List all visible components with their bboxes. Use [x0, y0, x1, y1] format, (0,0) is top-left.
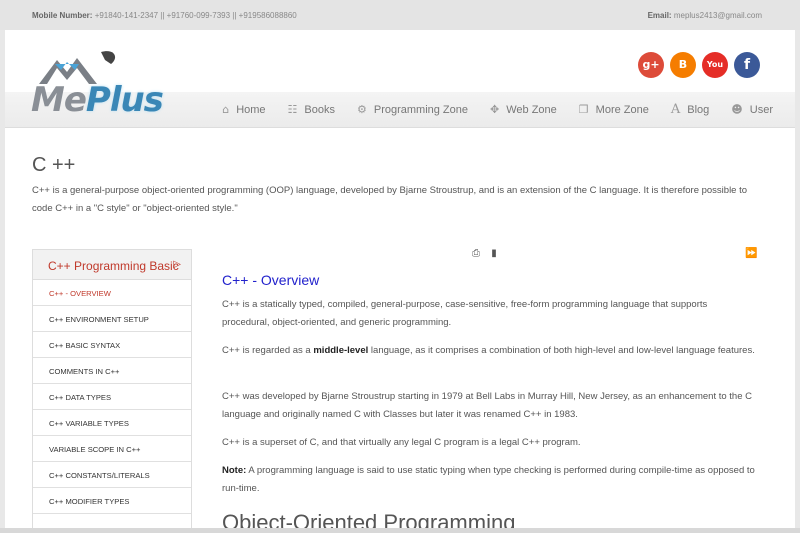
facebook-icon[interactable]: f — [734, 52, 760, 78]
nav-web-zone[interactable]: ✥ Web Zone — [490, 102, 557, 117]
print-icon[interactable]: ⎙ — [472, 248, 480, 259]
sidebar-item-constants-literals[interactable]: C++ CONSTANTS/LITERALS — [33, 462, 191, 488]
nav-more-zone[interactable]: ❐ More Zone — [579, 102, 649, 117]
sidebar-heading[interactable]: C++ Programming Basic ▷ — [33, 250, 191, 280]
page-intro: C++ is a general-purpose object-oriented… — [32, 185, 748, 214]
content-heading: C++ - Overview — [222, 272, 320, 288]
blogger-icon[interactable]: B — [670, 52, 696, 78]
move-icon: ✥ — [490, 103, 500, 116]
paragraph-3: C++ was developed by Bjarne Stroustrup s… — [222, 391, 752, 420]
font-icon: A — [670, 102, 681, 117]
bottom-strip — [0, 528, 800, 533]
nav-user[interactable]: ☻ User — [731, 102, 773, 117]
copy-icon: ❐ — [578, 103, 589, 116]
section-heading: Object-Oriented Programming — [222, 510, 516, 528]
grid-icon: ☷ — [287, 103, 298, 116]
sidebar-item-overview[interactable]: C++ - OVERVIEW — [33, 280, 191, 306]
site-header: MePlus g+ B You f ⌂ Home ☷ Books ⚙ Programm… — [5, 30, 795, 128]
sidebar-item-variable-types[interactable]: C++ VARIABLE TYPES — [33, 410, 191, 436]
nav-home[interactable]: ⌂ Home — [222, 102, 265, 117]
youtube-icon[interactable]: You — [702, 52, 728, 78]
top-info-bar: Mobile Number: +91840-141-2347 || +91760… — [0, 0, 800, 30]
user-icon: ☻ — [731, 103, 743, 116]
mobile-number: Mobile Number: +91840-141-2347 || +91760… — [32, 11, 297, 20]
email-link[interactable]: meplus2413@gmail.com — [674, 11, 762, 20]
main-nav: ⌂ Home ☷ Books ⚙ Programming Zone ✥ Web Zone… — [200, 102, 773, 117]
topic-sidebar: C++ Programming Basic ▷ C++ - OVERVIEW C… — [32, 249, 192, 528]
social-links: g+ B You f — [632, 52, 760, 78]
site-logo[interactable]: MePlus — [27, 50, 167, 120]
nav-blog[interactable]: A Blog — [671, 102, 709, 117]
sidebar-item-comments[interactable]: COMMENTS IN C++ — [33, 358, 191, 384]
google-plus-icon[interactable]: g+ — [638, 52, 664, 78]
nav-programming-zone[interactable]: ⚙ Programming Zone — [357, 102, 468, 117]
nav-books[interactable]: ☷ Books — [288, 102, 335, 117]
sidebar-item-modifier-types[interactable]: C++ MODIFIER TYPES — [33, 488, 191, 514]
logo-text: MePlus — [31, 80, 164, 120]
email-address: Email: meplus2413@gmail.com — [647, 11, 762, 20]
home-icon: ⌂ — [222, 103, 230, 116]
next-page-icon[interactable]: ⏩ — [745, 248, 757, 259]
paragraph-4: C++ is a superset of C, and that virtual… — [222, 437, 581, 448]
paragraph-1: C++ is a statically typed, compiled, gen… — [222, 299, 708, 328]
note-paragraph: Note: A programming language is said to … — [222, 465, 755, 494]
page-container: MePlus g+ B You f ⌂ Home ☷ Books ⚙ Programm… — [5, 30, 795, 528]
sidebar-item-basic-syntax[interactable]: C++ BASIC SYNTAX — [33, 332, 191, 358]
sidebar-item-environment-setup[interactable]: C++ ENVIRONMENT SETUP — [33, 306, 191, 332]
paragraph-2: C++ is regarded as a middle-level langua… — [222, 345, 755, 356]
gears-icon: ⚙ — [356, 103, 367, 116]
content-tools: ⎙ ▮ — [472, 248, 505, 259]
pdf-icon[interactable]: ▮ — [491, 248, 497, 259]
sidebar-item-data-types[interactable]: C++ DATA TYPES — [33, 384, 191, 410]
sidebar-item-variable-scope[interactable]: VARIABLE SCOPE IN C++ — [33, 436, 191, 462]
page-title: C ++ — [32, 154, 76, 176]
chevron-right-icon: ▷ — [173, 259, 181, 270]
